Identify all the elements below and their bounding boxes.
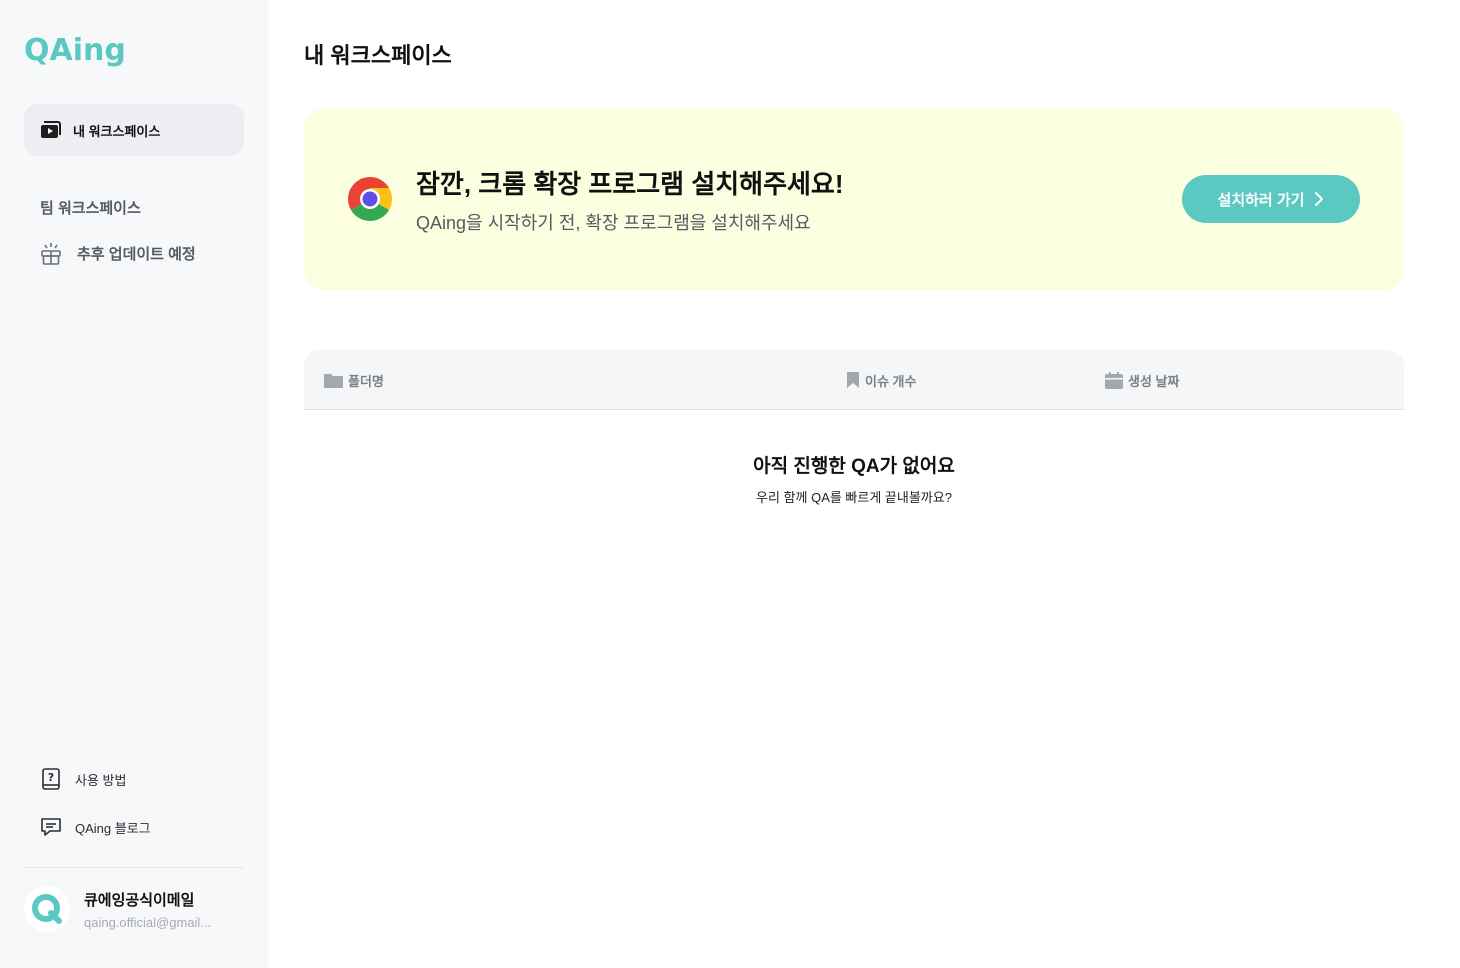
install-extension-button[interactable]: 설치하러 가기 — [1182, 175, 1360, 223]
user-profile[interactable]: 큐에잉공식이메일 qaing.official@gmail... — [24, 884, 244, 934]
chevron-right-icon — [1315, 192, 1324, 206]
column-header-issue-count[interactable]: 이슈 개수 — [846, 350, 916, 410]
sidebar-item-label: 추후 업데이트 예정 — [77, 245, 196, 263]
column-header-created-date[interactable]: 생성 날짜 — [1105, 350, 1179, 410]
column-header-folder[interactable]: 폴더명 — [324, 350, 384, 410]
chrome-icon — [348, 177, 392, 221]
column-header-label: 폴더명 — [348, 373, 384, 389]
sidebar-item-label: QAing 블로그 — [75, 820, 151, 836]
sidebar-item-label: 내 워크스페이스 — [73, 123, 161, 139]
bookmark-icon — [847, 372, 859, 388]
avatar — [24, 886, 70, 932]
sidebar-item-blog[interactable]: QAing 블로그 — [40, 814, 151, 840]
team-workspace-heading: 팀 워크스페이스 — [40, 200, 141, 217]
sidebar-item-label: 사용 방법 — [75, 772, 127, 788]
sidebar: QAing 내 워크스페이스 팀 워크스페이스 추후 업데이트 예정 ? 사용 … — [0, 0, 268, 968]
qaing-logo[interactable]: QAing — [24, 32, 128, 74]
column-header-label: 이슈 개수 — [865, 373, 917, 389]
app: QAing 내 워크스페이스 팀 워크스페이스 추후 업데이트 예정 ? 사용 … — [0, 0, 1460, 968]
svg-text:?: ? — [48, 771, 54, 784]
video-folder-icon — [41, 121, 61, 138]
empty-state-subtitle: 우리 함께 QA를 빠르게 끝내볼까요? — [756, 490, 952, 505]
page-title: 내 워크스페이스 — [304, 43, 452, 68]
svg-text:QAing: QAing — [24, 33, 126, 68]
sidebar-item-my-workspace[interactable]: 내 워크스페이스 — [24, 104, 244, 156]
profile-name: 큐에잉공식이메일 — [84, 891, 195, 909]
chat-icon — [41, 818, 61, 836]
install-button-label: 설치하러 가기 — [1217, 191, 1305, 209]
folder-table-header: 폴더명 이슈 개수 생성 날짜 — [304, 350, 1404, 410]
profile-email: qaing.official@gmail... — [84, 914, 212, 930]
folder-icon — [324, 373, 343, 388]
qaing-avatar-icon — [32, 894, 62, 924]
calendar-icon — [1105, 371, 1123, 389]
banner-subtitle: QAing을 시작하기 전, 확장 프로그램을 설치해주세요 — [416, 213, 811, 233]
sidebar-item-coming-soon: 추후 업데이트 예정 — [40, 240, 196, 266]
main-content: 내 워크스페이스 잠깐, 크롬 확장 프로그램 설치해주세요! QAing을 시… — [268, 0, 1460, 968]
help-book-icon: ? — [42, 768, 60, 790]
extension-install-banner: 잠깐, 크롬 확장 프로그램 설치해주세요! QAing을 시작하기 전, 확장… — [304, 108, 1404, 290]
gift-icon — [41, 243, 61, 265]
banner-title: 잠깐, 크롬 확장 프로그램 설치해주세요! — [416, 169, 844, 199]
sidebar-item-guide[interactable]: ? 사용 방법 — [40, 766, 126, 792]
column-header-label: 생성 날짜 — [1128, 373, 1180, 389]
sidebar-divider — [24, 867, 244, 868]
empty-state-title: 아직 진행한 QA가 없어요 — [753, 456, 955, 477]
